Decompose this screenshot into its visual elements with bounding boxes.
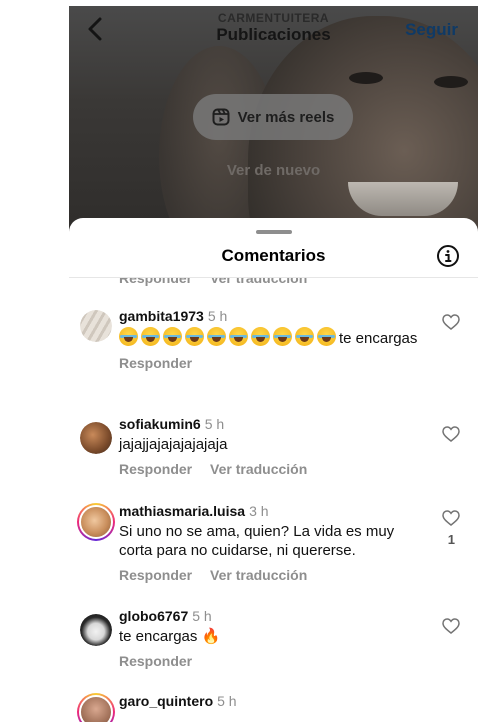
comment-time: 5 h	[207, 308, 228, 324]
laughing-tears-emoji-icon	[185, 327, 204, 346]
avatar-with-story-ring[interactable]	[77, 693, 115, 722]
comment-time: 3 h	[249, 503, 269, 519]
comment-text: jajajjajajajajajaja	[119, 436, 228, 453]
laughing-tears-emoji-icon	[273, 327, 292, 346]
comment-actions: Responder Ver traducción	[119, 567, 419, 583]
comment-item: mathiasmaria.luisa 3 h Si uno no se ama, …	[69, 503, 478, 593]
reel-screen: CARMENTUITERA Publicaciones Seguir Ver m…	[69, 6, 478, 722]
heart-icon[interactable]	[442, 510, 460, 526]
top-bar: CARMENTUITERA Publicaciones Seguir	[69, 6, 478, 52]
translate-button[interactable]: Ver traducción	[210, 461, 307, 477]
laughing-emoji-row	[119, 327, 339, 347]
comments-list[interactable]: Responder Ver traducción gambita1973 5 h …	[69, 278, 478, 722]
comment-text: Si uno no se ama, quien? La vida es muy …	[119, 523, 395, 559]
comment-username[interactable]: mathiasmaria.luisa	[119, 503, 245, 519]
heart-icon[interactable]	[442, 426, 460, 442]
translate-button[interactable]: Ver traducción	[210, 278, 307, 286]
comment-time: 5 h	[217, 693, 237, 709]
avatar-with-story-ring[interactable]	[77, 503, 115, 541]
sheet-title: Comentarios	[221, 246, 326, 265]
comment-time: 5 h	[192, 608, 212, 624]
comment-username[interactable]: garo_quintero	[119, 693, 213, 709]
follow-button[interactable]: Seguir	[405, 20, 458, 40]
laughing-tears-emoji-icon	[163, 327, 182, 346]
comment-username[interactable]: globo6767	[119, 608, 188, 624]
laughing-tears-emoji-icon	[141, 327, 160, 346]
comment-actions: Responder	[119, 653, 419, 669]
comment-item: globo6767 5 h te encargas 🔥 Responder	[69, 608, 478, 678]
comment-actions: Responder	[119, 355, 419, 371]
comment-item: garo_quintero 5 h	[69, 693, 478, 722]
laughing-tears-emoji-icon	[295, 327, 314, 346]
laughing-tears-emoji-icon	[251, 327, 270, 346]
reply-button[interactable]: Responder	[119, 653, 192, 669]
reel-video[interactable]: CARMENTUITERA Publicaciones Seguir Ver m…	[69, 6, 478, 246]
comment-text-tail: te encargas	[339, 330, 418, 347]
reply-button[interactable]: Responder	[119, 461, 192, 477]
video-eye-shape	[434, 76, 468, 88]
comment-item: gambita1973 5 h te encargas Responder	[69, 308, 478, 398]
laughing-tears-emoji-icon	[317, 327, 336, 346]
avatar[interactable]	[80, 614, 112, 646]
reply-button[interactable]: Responder	[119, 278, 192, 286]
cut-off-actions: Responder Ver traducción	[119, 278, 321, 286]
rewatch-button[interactable]: Ver de nuevo	[69, 162, 478, 179]
avatar[interactable]	[80, 422, 112, 454]
sheet-grabber[interactable]	[256, 230, 292, 234]
video-smile-shape	[348, 182, 458, 216]
info-icon	[437, 245, 459, 267]
comment-item: sofiakumin6 5 h jajajjajajajajajaja Respo…	[69, 416, 478, 486]
comment-body: gambita1973 5 h te encargas Responder	[119, 308, 419, 371]
laughing-tears-emoji-icon	[207, 327, 226, 346]
comment-body: mathiasmaria.luisa 3 h Si uno no se ama, …	[119, 503, 419, 583]
translate-button[interactable]: Ver traducción	[210, 567, 307, 583]
info-button[interactable]	[436, 244, 460, 268]
reels-icon	[212, 108, 230, 126]
avatar[interactable]	[80, 310, 112, 342]
comment-actions: Responder Ver traducción	[119, 461, 419, 477]
comment-time: 5 h	[204, 416, 225, 432]
like-count: 1	[447, 532, 455, 547]
video-eye-shape	[349, 72, 383, 84]
comment-username[interactable]: sofiakumin6	[119, 416, 201, 432]
comment-text: te encargas	[119, 327, 419, 348]
laughing-tears-emoji-icon	[119, 327, 138, 346]
more-reels-label: Ver más reels	[237, 108, 335, 126]
reply-button[interactable]: Responder	[119, 567, 192, 583]
comment-username[interactable]: gambita1973	[119, 308, 204, 324]
reply-button[interactable]: Responder	[119, 355, 192, 371]
comment-text: te encargas 🔥	[119, 628, 221, 645]
more-reels-button[interactable]: Ver más reels	[193, 94, 353, 140]
laughing-tears-emoji-icon	[229, 327, 248, 346]
heart-icon[interactable]	[442, 618, 460, 634]
comment-body: garo_quintero 5 h	[119, 693, 419, 709]
comments-sheet: Comentarios Responder Ver traducción gam…	[69, 218, 478, 722]
comment-body: globo6767 5 h te encargas 🔥 Responder	[119, 608, 419, 669]
comment-body: sofiakumin6 5 h jajajjajajajajajaja Respo…	[119, 416, 419, 477]
heart-icon[interactable]	[442, 314, 460, 330]
